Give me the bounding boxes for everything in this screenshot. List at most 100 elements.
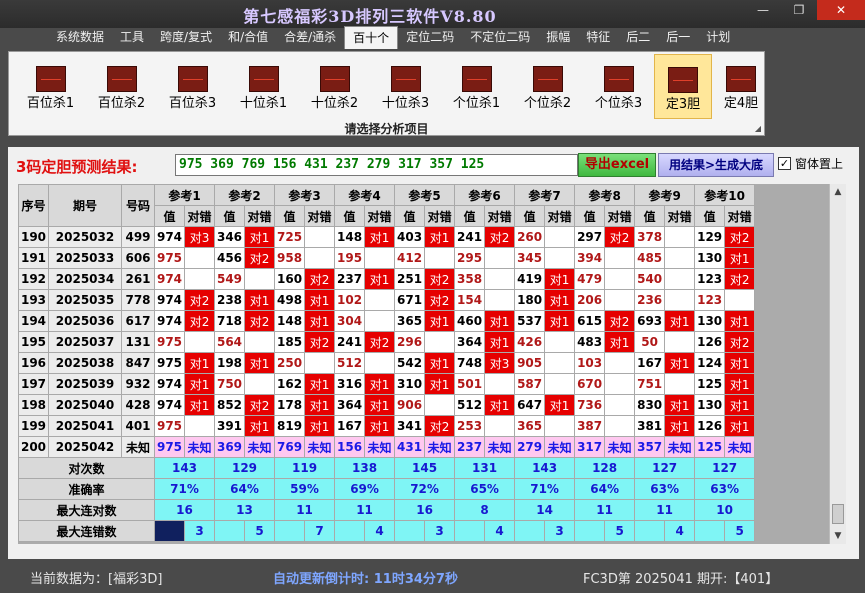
prediction-row[interactable]: 200 2025042 未知 975 未知 369 未知 769 未知 156 未知 431 未知 237…	[18, 436, 756, 458]
table-row[interactable]: 195 2025037 131 975 564 185 对2 241 对2 296 364 对1 426…	[18, 331, 756, 353]
header-result[interactable]: 对错	[604, 205, 636, 227]
cell-result	[664, 289, 696, 311]
cell-result: 对1	[664, 310, 696, 332]
header-value[interactable]: 值	[574, 205, 606, 227]
header-ref-group[interactable]: 参考2	[214, 184, 276, 206]
close-button[interactable]: ✕	[817, 0, 865, 20]
table-row[interactable]: 197 2025039 932 974 对1 750 162 对1 316 对1 310 对1 501 5…	[18, 373, 756, 395]
cell-result	[424, 394, 456, 416]
prediction-result-field[interactable]: 975 369 769 156 431 237 279 317 357 125	[175, 154, 578, 176]
header-ref-group[interactable]: 参考3	[274, 184, 336, 206]
menu-item-4[interactable]: 合差/通杀	[276, 26, 344, 49]
header-result[interactable]: 对错	[724, 205, 756, 227]
table-row[interactable]: 196 2025038 847 975 对1 198 对1 250 512 542 对1 748 对3 9…	[18, 352, 756, 374]
ribbon-button-6[interactable]: 个位杀1	[441, 54, 512, 119]
header-result[interactable]: 对错	[484, 205, 516, 227]
stats-value: 64%	[214, 478, 276, 500]
period-info: FC3D第 2025041 期开:【401】	[583, 572, 779, 587]
ribbon-button-9[interactable]: 定3胆	[654, 54, 712, 119]
selected-cell[interactable]	[154, 520, 185, 542]
header-ref-group[interactable]: 参考10	[694, 184, 756, 206]
stats-value: 65%	[454, 478, 516, 500]
cell-value: 479	[574, 268, 606, 290]
stay-on-top-toggle[interactable]: ✓ 窗体置上	[778, 155, 843, 172]
header-ref-group[interactable]: 参考7	[514, 184, 576, 206]
minimize-button[interactable]: —	[745, 0, 781, 20]
header-ref-group[interactable]: 参考4	[334, 184, 396, 206]
cell-value: 346	[214, 226, 246, 248]
table-row[interactable]: 191 2025033 606 975 456 对2 958 195 412 295 345 394 4…	[18, 247, 756, 269]
cell-result	[484, 289, 516, 311]
header-result[interactable]: 对错	[364, 205, 396, 227]
ribbon-button-2[interactable]: 百位杀3	[157, 54, 228, 119]
header-ref-group[interactable]: 参考9	[634, 184, 696, 206]
header-number[interactable]: 号码	[121, 184, 155, 227]
chart-icon	[532, 66, 563, 92]
header-result[interactable]: 对错	[544, 205, 576, 227]
cell-value: 297	[574, 226, 606, 248]
ribbon-button-label: 百位杀2	[97, 96, 146, 111]
table-row[interactable]: 198 2025040 428 974 对1 852 对2 178 对1 364 对1 906 512 对…	[18, 394, 756, 416]
menu-item-0[interactable]: 系统数据	[48, 26, 112, 49]
header-result[interactable]: 对错	[664, 205, 696, 227]
header-period[interactable]: 期号	[48, 184, 122, 227]
header-value[interactable]: 值	[274, 205, 306, 227]
data-grid[interactable]: 序号 期号 号码 参考1 参考2 参考3 参考4 参考5 参考6 参考7 参考8 参考9 参考10 值对错…	[18, 184, 829, 544]
stats-value: 10	[694, 499, 756, 521]
vertical-scrollbar[interactable]: ▲ ▼	[829, 184, 846, 544]
header-ref-group[interactable]: 参考1	[153, 184, 216, 206]
generate-base-button[interactable]: 用结果>生成大底	[658, 153, 774, 177]
stay-on-top-checkbox[interactable]: ✓	[778, 157, 791, 170]
export-excel-button[interactable]: 导出excel	[578, 153, 656, 177]
ribbon-button-3[interactable]: 十位杀1	[228, 54, 299, 119]
menu-item-10[interactable]: 后二	[618, 26, 658, 49]
menu-item-1[interactable]: 工具	[112, 26, 152, 49]
ribbon-button-10[interactable]: 定4胆	[712, 54, 770, 119]
header-value[interactable]: 值	[634, 205, 666, 227]
table-row[interactable]: 190 2025032 499 974 对3 346 对1 725 148 对1 403 对1 241 对…	[18, 226, 756, 248]
scroll-up-icon[interactable]: ▲	[830, 184, 846, 200]
cell-value: 125	[694, 373, 726, 395]
header-result[interactable]: 对错	[244, 205, 276, 227]
scroll-down-icon[interactable]: ▼	[830, 528, 846, 544]
ribbon-button-7[interactable]: 个位杀2	[512, 54, 583, 119]
header-value[interactable]: 值	[394, 205, 426, 227]
header-result[interactable]: 对错	[304, 205, 336, 227]
ribbon-expand-icon[interactable]: ◢	[755, 124, 761, 133]
menu-item-11[interactable]: 后一	[658, 26, 698, 49]
header-result[interactable]: 对错	[183, 205, 216, 227]
menu-item-9[interactable]: 特征	[578, 26, 618, 49]
menu-item-3[interactable]: 和/合值	[220, 26, 276, 49]
maximize-button[interactable]: ❐	[781, 0, 817, 20]
table-row[interactable]: 194 2025036 617 974 对2 718 对2 148 对1 304 365 对1 460 对…	[18, 310, 756, 332]
header-value[interactable]: 值	[514, 205, 546, 227]
menu-item-7[interactable]: 不定位二码	[462, 26, 538, 49]
ribbon-button-1[interactable]: 百位杀2	[86, 54, 157, 119]
table-row[interactable]: 199 2025041 401 975 391 对1 819 对1 167 对1 341 对2 253 3…	[18, 415, 756, 437]
stats-value: 71%	[153, 478, 216, 500]
header-value[interactable]: 值	[694, 205, 726, 227]
ribbon-button-0[interactable]: 百位杀1	[15, 54, 86, 119]
table-row[interactable]: 193 2025035 778 974 对2 238 对1 498 对1 102 671 对2 154 1…	[18, 289, 756, 311]
header-value[interactable]: 值	[154, 205, 185, 227]
table-row[interactable]: 192 2025034 261 974 549 160 对2 237 对1 251 对2 358 419…	[18, 268, 756, 290]
ribbon-button-5[interactable]: 十位杀3	[370, 54, 441, 119]
header-value[interactable]: 值	[214, 205, 246, 227]
cell-result: 对1	[304, 310, 336, 332]
header-ref-group[interactable]: 参考5	[394, 184, 456, 206]
header-ref-group[interactable]: 参考6	[454, 184, 516, 206]
ribbon-button-4[interactable]: 十位杀2	[299, 54, 370, 119]
header-ref-group[interactable]: 参考8	[574, 184, 636, 206]
menu-item-2[interactable]: 跨度/复式	[152, 26, 220, 49]
header-value[interactable]: 值	[334, 205, 366, 227]
cell-result: 对3	[183, 226, 216, 248]
menu-item-8[interactable]: 振幅	[538, 26, 578, 49]
header-result[interactable]: 对错	[424, 205, 456, 227]
header-value[interactable]: 值	[454, 205, 486, 227]
header-seq[interactable]: 序号	[18, 184, 49, 227]
menu-item-12[interactable]: 计划	[698, 26, 738, 49]
menu-item-6[interactable]: 定位二码	[398, 26, 462, 49]
scroll-thumb[interactable]	[832, 504, 844, 524]
menu-item-5[interactable]: 百十个	[344, 26, 399, 49]
ribbon-button-8[interactable]: 个位杀3	[583, 54, 654, 119]
